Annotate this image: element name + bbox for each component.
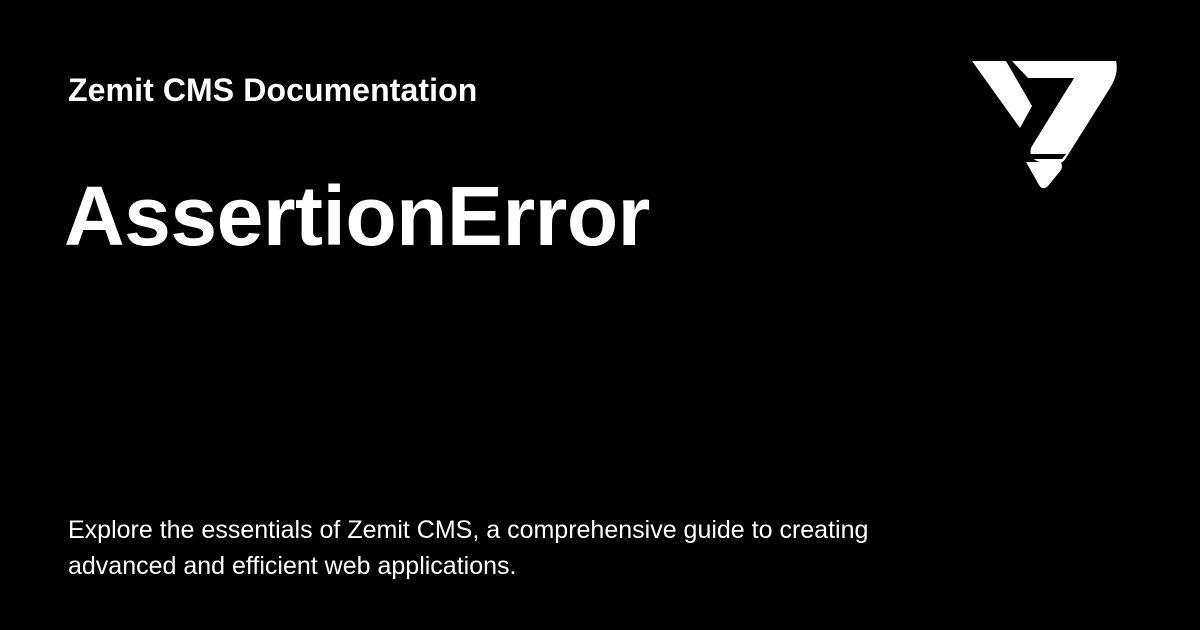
page-title: AssertionError — [64, 169, 650, 263]
site-title: Zemit CMS Documentation — [68, 72, 478, 108]
zemit-logo-icon — [970, 58, 1118, 188]
social-preview-card: Zemit CMS Documentation AssertionError E… — [0, 0, 1200, 630]
page-description: Explore the essentials of Zemit CMS, a c… — [68, 516, 869, 580]
